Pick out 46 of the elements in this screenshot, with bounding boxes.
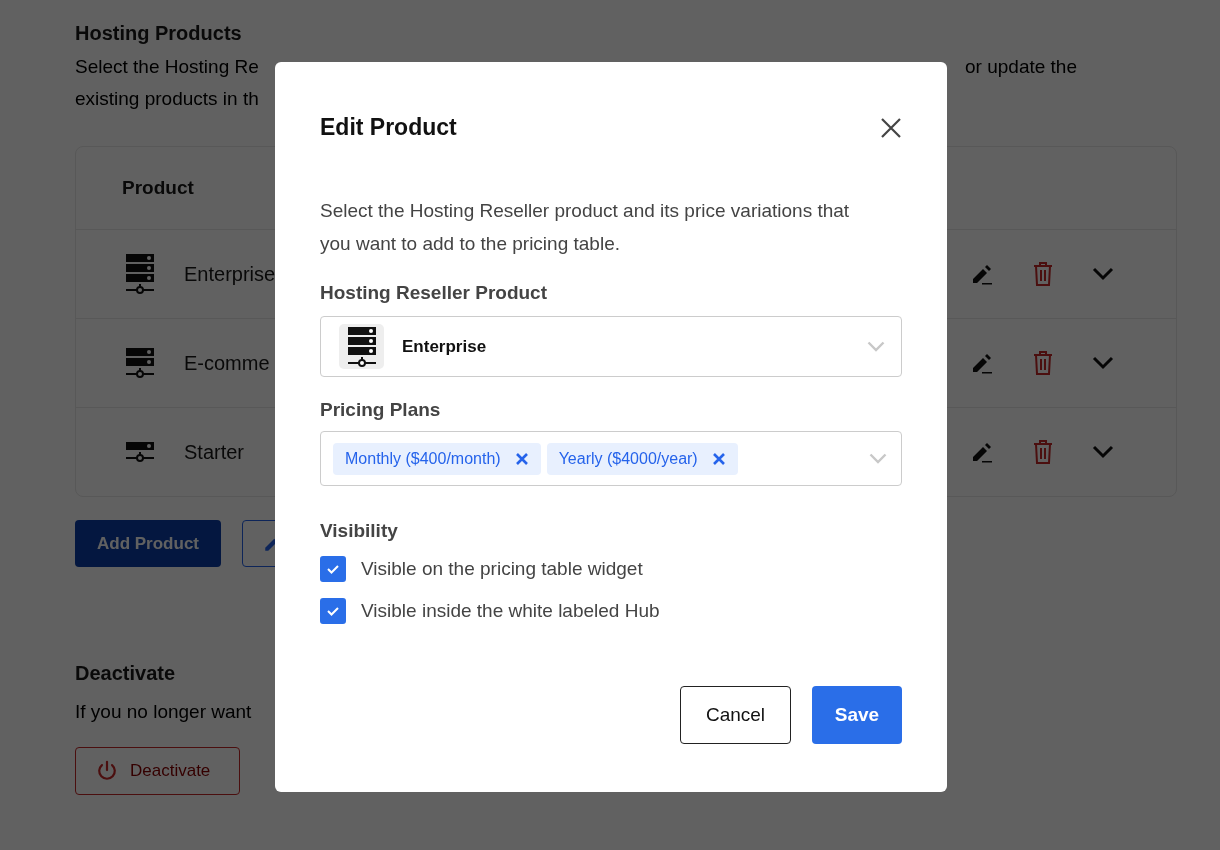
product-name: Starter bbox=[184, 440, 245, 464]
checkbox[interactable] bbox=[320, 556, 346, 582]
description-text: or update the bbox=[965, 55, 1077, 79]
remove-icon[interactable] bbox=[514, 451, 529, 466]
close-icon[interactable] bbox=[880, 116, 902, 139]
checkbox-label: Visible on the pricing table widget bbox=[361, 558, 643, 580]
product-select[interactable]: Enterprise bbox=[320, 316, 902, 377]
product-name: E-comme bbox=[184, 351, 270, 375]
trash-icon[interactable] bbox=[1032, 350, 1054, 376]
section-title: Hosting Products bbox=[75, 22, 243, 45]
product-name: Enterprise bbox=[184, 262, 276, 286]
add-product-button[interactable]: Add Product bbox=[75, 520, 221, 567]
cancel-button[interactable]: Cancel bbox=[680, 686, 791, 744]
edit-icon[interactable] bbox=[970, 262, 994, 286]
chevron-down-icon bbox=[867, 341, 885, 352]
edit-icon[interactable] bbox=[970, 440, 994, 464]
checkbox-label: Visible inside the white labeled Hub bbox=[361, 600, 660, 622]
dialog-description: Select the Hosting Reseller product and its price variations that you want to add to the pricing table. bbox=[320, 199, 851, 256]
server-icon bbox=[339, 324, 384, 369]
power-icon bbox=[96, 760, 118, 782]
column-header: Product bbox=[122, 177, 194, 199]
server-icon bbox=[124, 254, 156, 294]
description-text: If you no longer want bbox=[75, 701, 252, 723]
chevron-down-icon[interactable] bbox=[1092, 267, 1114, 281]
server-icon bbox=[124, 348, 156, 378]
chevron-down-icon[interactable] bbox=[1092, 356, 1114, 370]
server-icon bbox=[124, 442, 156, 462]
remove-icon[interactable] bbox=[711, 451, 726, 466]
edit-icon[interactable] bbox=[970, 351, 994, 375]
chevron-down-icon[interactable] bbox=[1092, 445, 1114, 459]
section-title: Deactivate bbox=[75, 662, 177, 685]
field-label: Visibility bbox=[320, 520, 399, 542]
plan-tag: Monthly ($400/month) bbox=[333, 442, 541, 475]
description-text: existing products in th bbox=[75, 88, 259, 109]
dialog-title: Edit Product bbox=[320, 114, 457, 141]
plan-tag: Yearly ($4000/year) bbox=[546, 442, 738, 475]
trash-icon[interactable] bbox=[1032, 261, 1054, 287]
field-label: Hosting Reseller Product bbox=[320, 282, 548, 304]
trash-icon[interactable] bbox=[1032, 439, 1054, 465]
description-text: Select the Hosting Re bbox=[75, 55, 259, 79]
checkbox[interactable] bbox=[320, 598, 346, 624]
field-label: Pricing Plans bbox=[320, 399, 442, 421]
deactivate-button[interactable]: Deactivate bbox=[75, 747, 240, 795]
pricing-plans-select[interactable]: Monthly ($400/month) Yearly ($4000/year) bbox=[320, 431, 902, 486]
chevron-down-icon bbox=[869, 453, 887, 464]
save-button[interactable]: Save bbox=[812, 686, 902, 744]
